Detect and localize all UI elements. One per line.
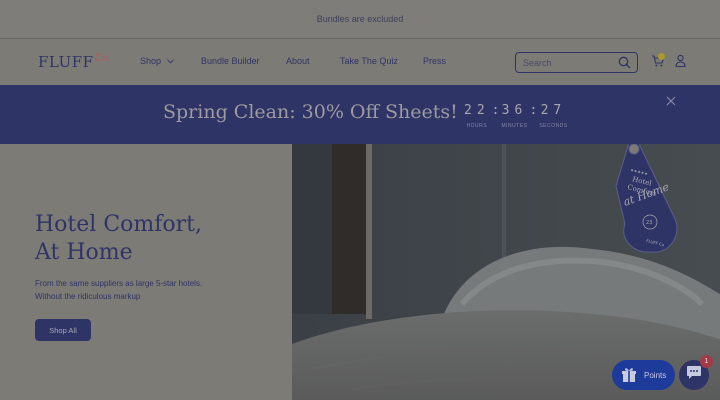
- nav-take-the-quiz[interactable]: Take The Quiz: [340, 56, 398, 66]
- hero-title: Hotel Comfort, At Home: [35, 211, 202, 267]
- countdown-minutes: 36 MINUTES: [501, 103, 527, 129]
- nav-press-label: Press: [423, 56, 447, 66]
- hero-subtitle-line-1: From the same suppliers as large 5-star …: [35, 279, 203, 288]
- nav-shop-label: Shop: [140, 56, 162, 66]
- promo-banner: Spring Clean: 30% Off Sheets! 22 HOURS :…: [0, 85, 720, 144]
- close-icon[interactable]: [666, 93, 676, 106]
- nav-quiz-label: Take The Quiz: [340, 56, 398, 66]
- announcement-text: Bundles are excluded: [316, 14, 404, 24]
- logo-suffix: Co: [94, 53, 110, 64]
- hero-text-panel: Hotel Comfort, At Home From the same sup…: [0, 144, 292, 400]
- logo-name: FLUFF: [38, 53, 94, 71]
- countdown-seconds: 27 SECONDS: [539, 103, 567, 129]
- points-label: Points: [644, 370, 667, 380]
- countdown-seconds-label: SECONDS: [539, 123, 568, 129]
- nav-press[interactable]: Press: [423, 56, 446, 66]
- search-input[interactable]: [523, 56, 613, 70]
- countdown-seconds-value: 27: [540, 103, 567, 118]
- tag-number: 23: [646, 220, 652, 226]
- countdown-hours-label: HOURS: [466, 123, 488, 129]
- logo[interactable]: FLUFFCo: [38, 53, 109, 71]
- nav-bundle-builder[interactable]: Bundle Builder: [201, 56, 260, 66]
- countdown-timer: 22 HOURS : 36 MINUTES : 27 SECONDS: [464, 103, 568, 129]
- nav-bundle-builder-label: Bundle Builder: [201, 56, 260, 66]
- countdown-minutes-label: MINUTES: [501, 123, 528, 129]
- hero-subtitle-line-2: Without the ridiculous markup: [35, 292, 141, 301]
- hero-title-line-2: At Home: [35, 240, 133, 265]
- site-header: FLUFFCo Shop Bundle Builder About Take T…: [0, 40, 720, 85]
- cart-count-badge: [658, 53, 665, 60]
- hero-title-line-1: Hotel Comfort,: [35, 212, 202, 237]
- search-icon[interactable]: [618, 56, 631, 69]
- nav-about-label: About: [286, 56, 310, 66]
- countdown-minutes-value: 36: [501, 103, 528, 118]
- countdown-separator: :: [491, 103, 500, 118]
- announcement-bar: Bundles are excluded: [0, 0, 720, 39]
- promo-text: Spring Clean: 30% Off Sheets!: [163, 101, 458, 123]
- search-box: [515, 52, 638, 73]
- nav-about[interactable]: About: [286, 56, 310, 66]
- gift-icon: [621, 367, 637, 383]
- shop-all-button[interactable]: Shop All: [35, 319, 91, 341]
- chat-icon: [686, 365, 702, 385]
- countdown-hours-value: 22: [464, 103, 490, 118]
- chevron-down-icon: [166, 57, 174, 66]
- countdown-hours: 22 HOURS: [464, 103, 490, 129]
- hero-subtitle: From the same suppliers as large 5-star …: [35, 277, 275, 303]
- countdown-separator: :: [529, 103, 538, 118]
- chat-unread-badge: 1: [700, 355, 713, 368]
- points-button[interactable]: Points: [612, 360, 675, 390]
- user-icon[interactable]: [674, 54, 687, 68]
- nav-shop[interactable]: Shop: [140, 56, 174, 66]
